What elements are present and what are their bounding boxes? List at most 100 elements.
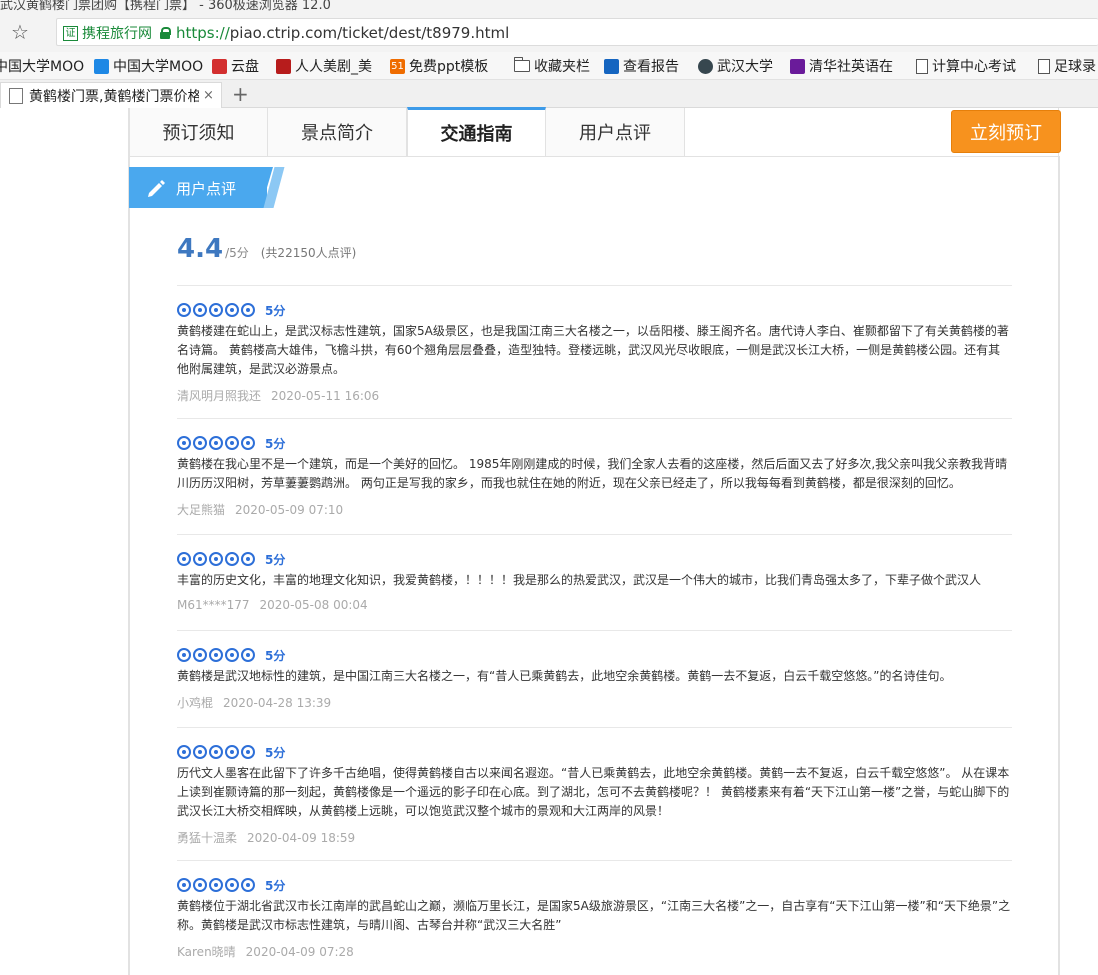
rating-dot-icon — [225, 648, 239, 662]
certificate-icon: 证 — [63, 25, 78, 41]
star-rating: 5分 — [177, 745, 1012, 760]
url-scheme: https:// — [176, 24, 230, 42]
rating-dot-icon — [241, 303, 255, 317]
bookmark-item[interactable]: 查看报告 — [604, 56, 679, 76]
review-user: 勇猛十温柔 — [177, 831, 238, 845]
rating-dot-icon — [193, 878, 207, 892]
score-unit: /5分 — [225, 246, 249, 260]
report-icon — [604, 58, 619, 74]
new-tab-icon[interactable]: + — [232, 82, 249, 106]
review-meta: M61****177 2020-05-08 00:04 — [177, 598, 1012, 616]
review-meta: 小鸡棍 2020-04-28 13:39 — [177, 694, 1012, 712]
page-icon — [9, 87, 23, 104]
review-item: 5分 黄鹤楼位于湖北省武汉市长江南岸的武昌蛇山之巅，濒临万里长江，是国家5A级旅… — [177, 860, 1012, 975]
review-user: 大足熊猫 — [177, 503, 226, 517]
bookmark-item[interactable]: 中国大学MOO — [94, 56, 203, 76]
bookmark-item[interactable]: 云盘 — [212, 56, 259, 76]
bookmark-label: 云盘 — [231, 59, 259, 75]
review-date: 2020-05-11 16:06 — [271, 389, 380, 403]
url-text: piao.ctrip.com/ticket/dest/t8979.html — [229, 24, 510, 42]
rating-text: 5分 — [265, 648, 286, 663]
browser-tab[interactable]: 黄鹤楼门票,黄鹤楼门票价格 × — [0, 82, 222, 108]
review-date: 2020-04-09 07:28 — [245, 945, 354, 959]
page-icon — [916, 58, 928, 74]
bookmark-label: 收藏夹栏 — [534, 59, 590, 75]
bookmark-item[interactable]: 计算中心考试 — [916, 56, 1016, 76]
review-meta: Karen晓晴 2020-04-09 07:28 — [177, 943, 1012, 961]
rating-dot-icon — [209, 745, 223, 759]
rating-dot-icon — [209, 648, 223, 662]
rating-dot-icon — [241, 878, 255, 892]
tab-booking-notes[interactable]: 预订须知 — [129, 108, 268, 156]
bookmark-item[interactable]: 武汉大学 — [698, 56, 773, 76]
review-user: 清风明月照我还 — [177, 389, 262, 403]
bookmark-label: 人人美剧_美 — [295, 59, 372, 75]
section-title: 用户点评 — [176, 180, 237, 198]
window-title-bar: 武汉黄鹤楼门票团购【携程门票】 - 360极速浏览器 12.0 — [0, 0, 1098, 14]
rating-dot-icon — [193, 303, 207, 317]
review-meta: 清风明月照我还 2020-05-11 16:06 — [177, 387, 1012, 405]
bookmark-label: 免费ppt模板 — [409, 59, 489, 75]
rating-dot-icon — [225, 878, 239, 892]
bookmark-item[interactable]: 收藏夹栏 — [514, 56, 590, 76]
rating-dot-icon — [177, 436, 191, 450]
star-rating: 5分 — [177, 436, 1012, 451]
bookmark-item[interactable]: 人人美剧_美 — [276, 56, 372, 76]
review-date: 2020-04-09 18:59 — [247, 831, 356, 845]
bookmark-item[interactable]: 清华社英语在 — [790, 56, 893, 76]
review-text: 丰富的历史文化，丰富的地理文化知识，我爱黄鹤楼，！！！！我是那么的热爱武汉，武汉… — [177, 573, 982, 587]
rating-dot-icon — [193, 436, 207, 450]
review-date: 2020-05-08 00:04 — [259, 598, 368, 612]
folder-icon — [514, 57, 530, 72]
rating-dot-icon — [193, 648, 207, 662]
rating-dot-icon — [177, 745, 191, 759]
certificate-label: 携程旅行网 — [82, 26, 152, 42]
rating-dot-icon — [241, 436, 255, 450]
review-date: 2020-05-09 07:10 — [235, 503, 344, 517]
rating-dot-icon — [209, 436, 223, 450]
bookmark-label: 清华社英语在 — [809, 59, 893, 75]
tab-strip: 黄鹤楼门票,黄鹤楼门票价格 × + — [0, 80, 1098, 108]
address-bar[interactable]: 证 携程旅行网 https://piao.ctrip.com/ticket/de… — [56, 18, 1098, 46]
tsinghua-icon — [790, 58, 805, 74]
bookmarks-bar: 中国大学MOO 中国大学MOO 云盘 人人美剧_美 51 免费ppt模板 收藏夹栏… — [0, 52, 1098, 80]
review-text: 黄鹤楼在我心里不是一个建筑，而是一个美好的回忆。 1985年刚刚建成的时候，我们… — [177, 457, 1008, 490]
rating-dot-icon — [209, 552, 223, 566]
review-item: 5分 黄鹤楼在我心里不是一个建筑，而是一个美好的回忆。 1985年刚刚建成的时候… — [177, 418, 1012, 534]
review-item: 5分 丰富的历史文化，丰富的地理文化知识，我爱黄鹤楼，！！！！我是那么的热爱武汉… — [177, 534, 1012, 630]
rating-text: 5分 — [265, 878, 286, 893]
rating-dot-icon — [193, 552, 207, 566]
star-rating: 5分 — [177, 552, 1012, 567]
section-banner: 用户点评 — [129, 167, 285, 208]
bookmark-item[interactable]: 足球录 — [1038, 56, 1096, 76]
rating-dot-icon — [225, 745, 239, 759]
pencil-icon — [148, 180, 165, 197]
site-certificate[interactable]: 证 携程旅行网 https://piao.ctrip.com/ticket/de… — [63, 23, 509, 43]
rating-dot-icon — [193, 745, 207, 759]
review-item: 5分 历代文人墨客在此留下了许多千古绝唱，使得黄鹤楼自古以来闻名遐迩。“昔人已乘… — [177, 727, 1012, 860]
bookmark-item[interactable]: 中国大学MOO — [0, 56, 84, 76]
ppt-icon: 51 — [390, 58, 405, 74]
tab-transport-guide[interactable]: 交通指南 — [407, 107, 546, 156]
bookmark-item[interactable]: 51 免费ppt模板 — [390, 56, 488, 76]
tab-attraction-intro[interactable]: 景点简介 — [268, 108, 407, 156]
rating-dot-icon — [209, 303, 223, 317]
close-icon[interactable]: × — [203, 88, 214, 103]
tab-user-reviews[interactable]: 用户点评 — [546, 108, 685, 156]
star-rating: 5分 — [177, 878, 1012, 893]
bookmark-label: 中国大学MOO — [113, 59, 204, 75]
book-now-button[interactable]: 立刻预订 — [951, 110, 1061, 153]
rating-text: 5分 — [265, 303, 286, 318]
rating-text: 5分 — [265, 745, 286, 760]
bookmark-star-icon[interactable]: ☆ — [8, 20, 32, 44]
review-list: 5分 黄鹤楼建在蛇山上，是武汉标志性建筑，国家5A级景区，也是我国江南三大名楼之… — [177, 285, 1012, 975]
score-value: 4.4 — [177, 234, 224, 264]
bookmark-label: 中国大学MOO — [0, 59, 85, 75]
star-rating: 5分 — [177, 303, 1012, 318]
bookmark-label: 武汉大学 — [717, 59, 773, 75]
rating-text: 5分 — [265, 436, 286, 451]
overall-score: 4.4 /5分 (共22150人点评) — [177, 234, 356, 264]
bookmark-label: 查看报告 — [623, 59, 679, 75]
rating-dot-icon — [225, 436, 239, 450]
review-date: 2020-04-28 13:39 — [223, 696, 332, 710]
